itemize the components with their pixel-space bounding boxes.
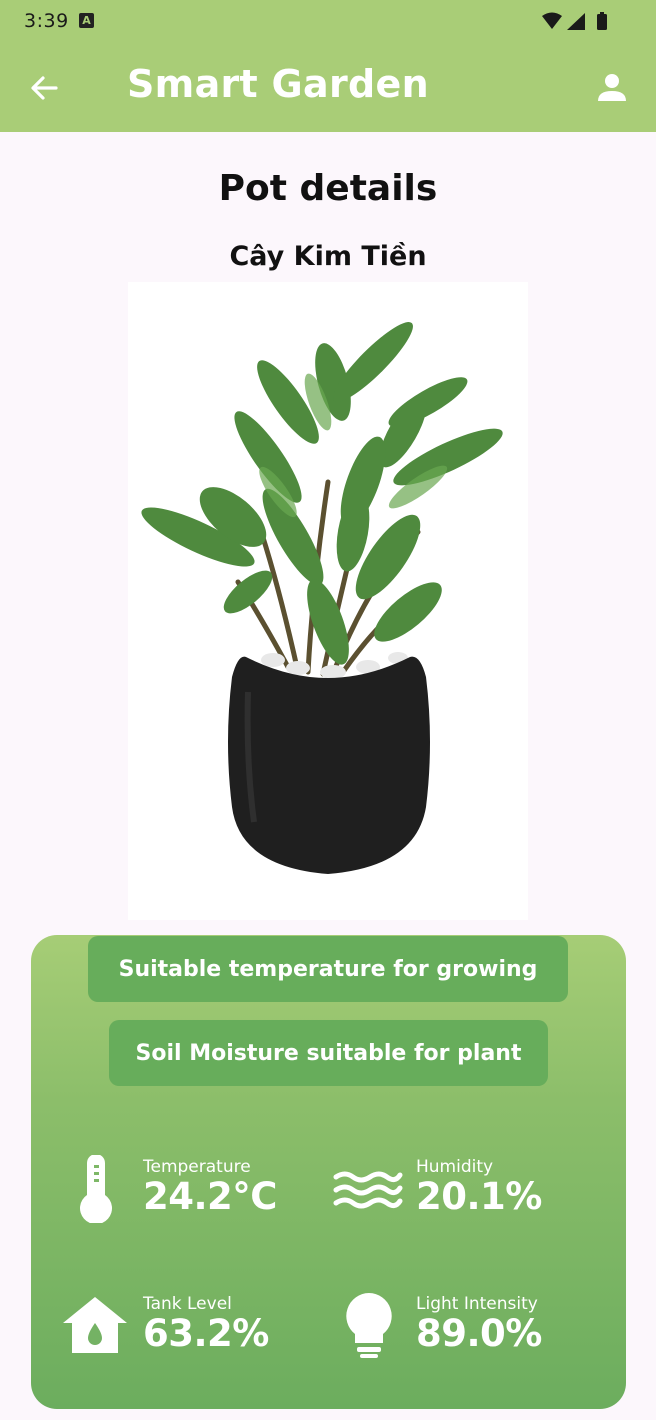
waves-icon: [333, 1171, 403, 1209]
profile-button[interactable]: [594, 70, 630, 106]
signal-icon: [567, 13, 585, 30]
sensor-card: Suitable temperature for growing Soil Mo…: [31, 935, 626, 1409]
battery-icon: [597, 12, 607, 30]
metric-value: 63.2%: [143, 1312, 269, 1355]
status-icons: [542, 12, 607, 30]
page-title: Pot details: [218, 168, 438, 209]
back-button[interactable]: [26, 70, 62, 106]
app-bar: Smart Garden: [0, 44, 656, 132]
metric-value: 89.0%: [416, 1312, 542, 1355]
metric-label: Light Intensity: [416, 1294, 538, 1314]
lightbulb-icon: [346, 1293, 392, 1358]
plant-image: [128, 282, 528, 920]
arrow-left-icon: [31, 76, 58, 100]
app-title: Smart Garden: [127, 62, 429, 106]
person-icon: [598, 74, 626, 101]
plant-name: Cây Kim Tiền: [229, 241, 427, 272]
temperature-status-message[interactable]: Suitable temperature for growing: [88, 936, 568, 1002]
metric-label: Humidity: [416, 1157, 494, 1177]
moisture-status-message[interactable]: Soil Moisture suitable for plant: [109, 1020, 548, 1086]
metric-value: 24.2°C: [143, 1175, 277, 1218]
status-bar: 3:39 A: [0, 0, 656, 44]
wifi-icon: [542, 12, 562, 29]
house-water-icon: [63, 1297, 127, 1353]
thermometer-icon: [80, 1155, 112, 1223]
metric-label: Temperature: [143, 1157, 251, 1177]
a-notification-icon: A: [79, 13, 94, 28]
metric-value: 20.1%: [416, 1175, 542, 1218]
status-time: 3:39: [24, 10, 69, 32]
metric-label: Tank Level: [143, 1294, 232, 1314]
